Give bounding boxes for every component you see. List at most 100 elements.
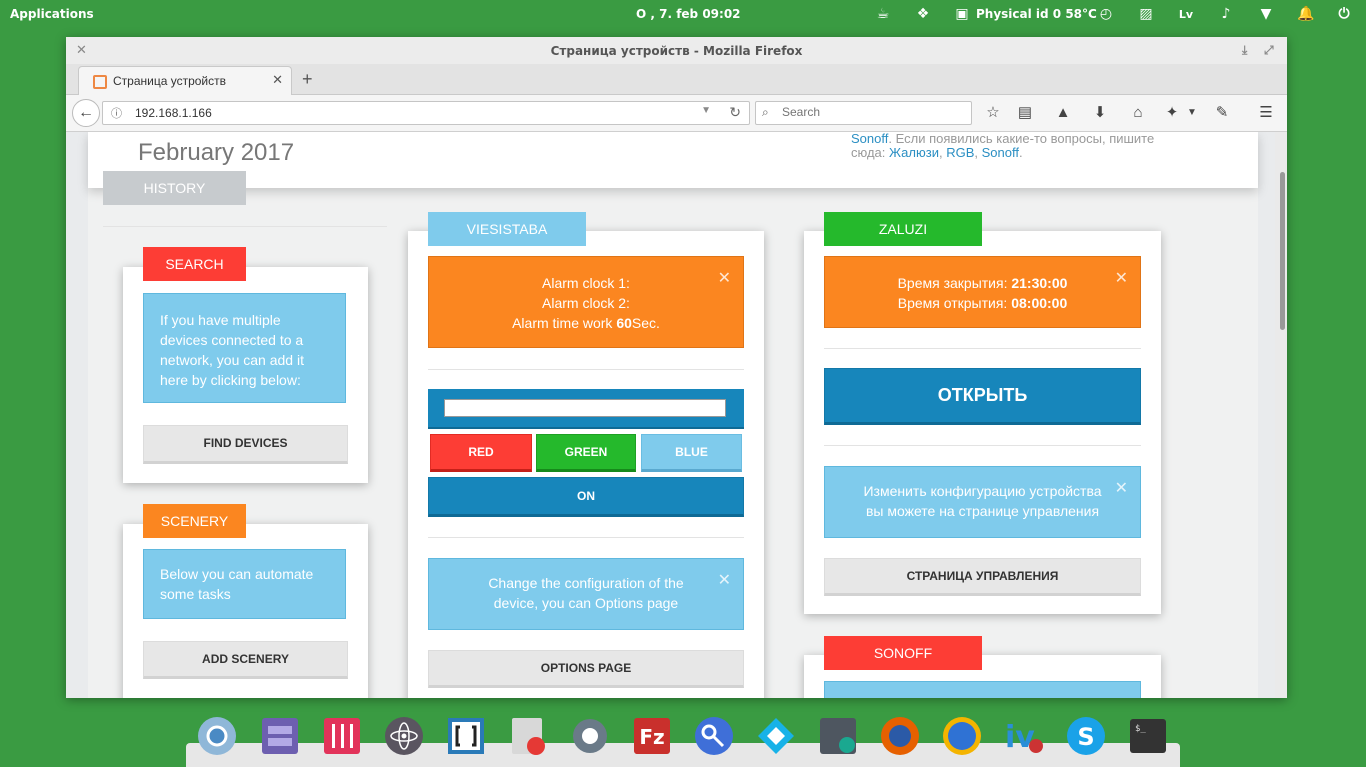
url-text[interactable]: 192.168.1.166	[135, 106, 212, 120]
url-bar[interactable]: ⓘ 192.168.1.166 ▼ ↻	[102, 101, 750, 125]
cpu-icon: ▣	[955, 6, 969, 22]
home-icon[interactable]: ⌂	[1128, 103, 1148, 123]
back-button[interactable]: ←	[72, 99, 100, 127]
dropbox-icon[interactable]: ❖	[912, 4, 934, 24]
bookmark-star-icon[interactable]: ☆	[983, 103, 1003, 123]
green-button[interactable]: GREEN	[536, 434, 636, 472]
contact-note: Sonoff. Если появились какие-то вопросы,…	[851, 132, 1191, 160]
new-tab-icon[interactable]: +	[302, 69, 313, 90]
link-sonoff-top[interactable]: Sonoff	[851, 132, 888, 146]
tab-history[interactable]: HISTORY	[103, 171, 246, 205]
search-info: If you have multiple devices connected t…	[143, 293, 346, 403]
ribbon-zaluzi: ZALUZI	[824, 212, 982, 246]
close-alert-icon[interactable]: ✕	[718, 269, 731, 289]
passwords-icon[interactable]	[693, 715, 735, 757]
ribbon-sonoff: SONOFF	[824, 636, 982, 670]
alarm-clock-1: Alarm clock 1:	[542, 275, 630, 291]
firefox-window: ✕ Страница устройств - Mozilla Firefox ⤓…	[66, 37, 1287, 698]
downloads-icon[interactable]: ⬇	[1090, 103, 1110, 123]
zaluzi-card: Время закрытия: 21:30:00 Время открытия:…	[804, 231, 1161, 614]
settings-icon[interactable]	[569, 715, 611, 757]
page-header: February 2017 Sonoff. Если появились как…	[88, 132, 1258, 188]
power-icon[interactable]: ⏻	[1334, 4, 1354, 24]
text-editor-icon[interactable]	[507, 715, 549, 757]
addon-icon[interactable]: ✦	[1162, 103, 1182, 123]
pocket-icon[interactable]: ▲	[1053, 103, 1073, 123]
link-zhaluzi[interactable]: Жалюзи	[889, 145, 939, 160]
tab-label: Страница устройств	[113, 74, 227, 88]
search-input[interactable]	[780, 104, 964, 120]
options-page-button[interactable]: OPTIONS PAGE	[428, 650, 744, 688]
open-blinds-button[interactable]: ОТКРЫТЬ	[824, 368, 1141, 425]
developer-tools-icon[interactable]: ✎	[1212, 103, 1232, 123]
schedule-alert: Время закрытия: 21:30:00 Время открытия:…	[824, 256, 1141, 328]
svg-text:$_: $_	[1135, 724, 1146, 734]
color-picker-bar	[428, 389, 744, 429]
alarm-work-prefix: Alarm time work	[512, 315, 617, 331]
keyboard-layout-indicator[interactable]: Lv	[1176, 4, 1196, 24]
divider	[824, 445, 1141, 446]
tab-devices[interactable]: Страница устройств ✕	[78, 66, 292, 95]
close-time-value: 21:30:00	[1011, 275, 1068, 291]
file-manager-icon[interactable]	[259, 715, 301, 757]
temperature-readout[interactable]: Physical id 0 58°C	[976, 7, 1097, 21]
search-box[interactable]: ⌕	[755, 101, 972, 125]
brackets-editor-icon[interactable]	[445, 715, 487, 757]
applications-menu[interactable]: Applications	[10, 7, 94, 21]
close-info-icon[interactable]: ✕	[1115, 479, 1128, 499]
window-titlebar[interactable]: ✕ Страница устройств - Mozilla Firefox ⤓…	[66, 37, 1287, 64]
viesistaba-card: Alarm clock 1: Alarm clock 2: Alarm time…	[408, 231, 764, 698]
blue-button[interactable]: BLUE	[641, 434, 742, 472]
kodi-icon[interactable]	[755, 715, 797, 757]
on-button[interactable]: ON	[428, 477, 744, 517]
maximize-icon[interactable]: ⤢	[1264, 43, 1274, 58]
hamburger-menu-icon[interactable]: ☰	[1256, 103, 1276, 123]
calculator-icon[interactable]	[817, 715, 859, 757]
add-scenery-button[interactable]: ADD SCENERY	[143, 641, 348, 679]
ribbon-viesistaba: VIESISTABA	[428, 212, 586, 246]
find-devices-button[interactable]: FIND DEVICES	[143, 425, 348, 464]
chromium-icon[interactable]	[196, 715, 238, 757]
color-input[interactable]	[444, 399, 726, 417]
note-line2: сюда:	[851, 145, 890, 160]
link-sonoff[interactable]: Sonoff	[982, 145, 1019, 160]
reading-list-icon[interactable]: ▤	[1015, 103, 1035, 123]
manage-info: Изменить конфигурацию устройства вы може…	[824, 466, 1141, 538]
clock-icon[interactable]: ◴	[1096, 4, 1116, 24]
scrollbar-thumb[interactable]	[1280, 172, 1285, 330]
screenshot-icon[interactable]: ▨	[1136, 4, 1156, 24]
system-top-bar: Applications О , 7. feb 09:02 ☕ ❖ ▣ Phys…	[0, 0, 1366, 29]
terminal-icon[interactable]: $_	[1127, 715, 1169, 757]
info-icon[interactable]: ⓘ	[111, 105, 122, 121]
firefox-icon[interactable]	[879, 715, 921, 757]
coffee-icon[interactable]: ☕	[872, 4, 894, 24]
skype-icon[interactable]: S	[1065, 715, 1107, 757]
mixer-icon[interactable]	[321, 715, 363, 757]
alarm-clock-2: Alarm clock 2:	[542, 295, 630, 311]
reload-icon[interactable]: ↻	[729, 104, 741, 121]
ivideon-icon[interactable]: iv	[1003, 715, 1045, 757]
options-info-text: Change the configuration of the device, …	[488, 575, 684, 611]
minimize-icon[interactable]: ⤓	[1242, 43, 1247, 58]
atom-editor-icon[interactable]	[383, 715, 425, 757]
page-viewport: February 2017 Sonoff. Если появились как…	[66, 132, 1287, 698]
close-info-icon[interactable]: ✕	[718, 571, 731, 591]
close-alert-icon[interactable]: ✕	[1115, 269, 1128, 289]
addon-dropdown-icon[interactable]: ▼	[1182, 103, 1202, 123]
wifi-icon[interactable]: ▼	[1256, 4, 1276, 24]
manage-page-button[interactable]: СТРАНИЦА УПРАВЛЕНИЯ	[824, 558, 1141, 596]
history-dropdown-icon[interactable]: ▼	[701, 105, 711, 116]
clock[interactable]: О , 7. feb 09:02	[636, 7, 741, 21]
alarm-work-value: 60	[616, 315, 632, 331]
favicon-icon	[93, 75, 107, 89]
volume-icon[interactable]: ♪	[1216, 4, 1236, 24]
link-rgb[interactable]: RGB	[946, 145, 974, 160]
web-browser-icon[interactable]	[941, 715, 983, 757]
ribbon-search: SEARCH	[143, 247, 246, 281]
close-tab-icon[interactable]: ✕	[272, 72, 283, 88]
page-scrollbar[interactable]	[1275, 132, 1287, 698]
search-card: If you have multiple devices connected t…	[123, 267, 368, 483]
red-button[interactable]: RED	[430, 434, 532, 472]
notifications-icon[interactable]: 🔔	[1296, 4, 1316, 24]
filezilla-icon[interactable]: Fz	[631, 715, 673, 757]
